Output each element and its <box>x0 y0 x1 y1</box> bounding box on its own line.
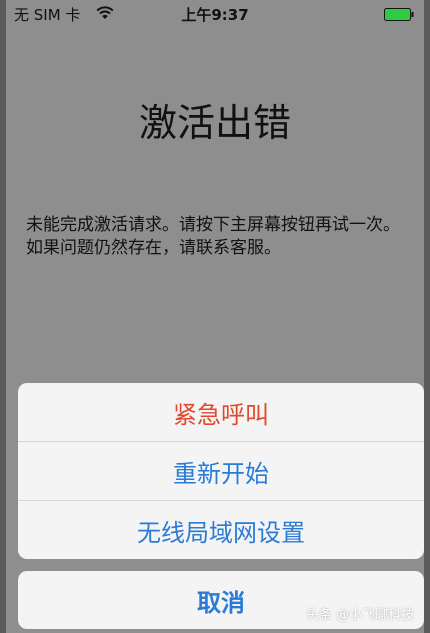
emergency-call-button[interactable]: 紧急呼叫 <box>18 383 424 442</box>
error-message: 未能完成激活请求。请按下主屏幕按钮再试一次。如果问题仍然存在，请联系客服。 <box>26 215 400 258</box>
page-title: 激活出错 <box>138 101 291 145</box>
status-time: 上午9:37 <box>181 6 249 24</box>
watermark: 头条 @小飞聊科技 <box>305 608 414 623</box>
phone-screen: 无 SIM 卡 上午9:37 激活出错 未能完成激活请求。请按下主屏幕按钮再试一… <box>6 0 424 633</box>
status-bar: 无 SIM 卡 上午9:37 <box>6 0 424 26</box>
restart-button[interactable]: 重新开始 <box>18 442 424 501</box>
action-sheet: 紧急呼叫 重新开始 无线局域网设置 <box>18 383 424 559</box>
device-edge-right <box>424 0 430 633</box>
battery-icon <box>384 7 414 21</box>
wifi-settings-button[interactable]: 无线局域网设置 <box>18 501 424 559</box>
